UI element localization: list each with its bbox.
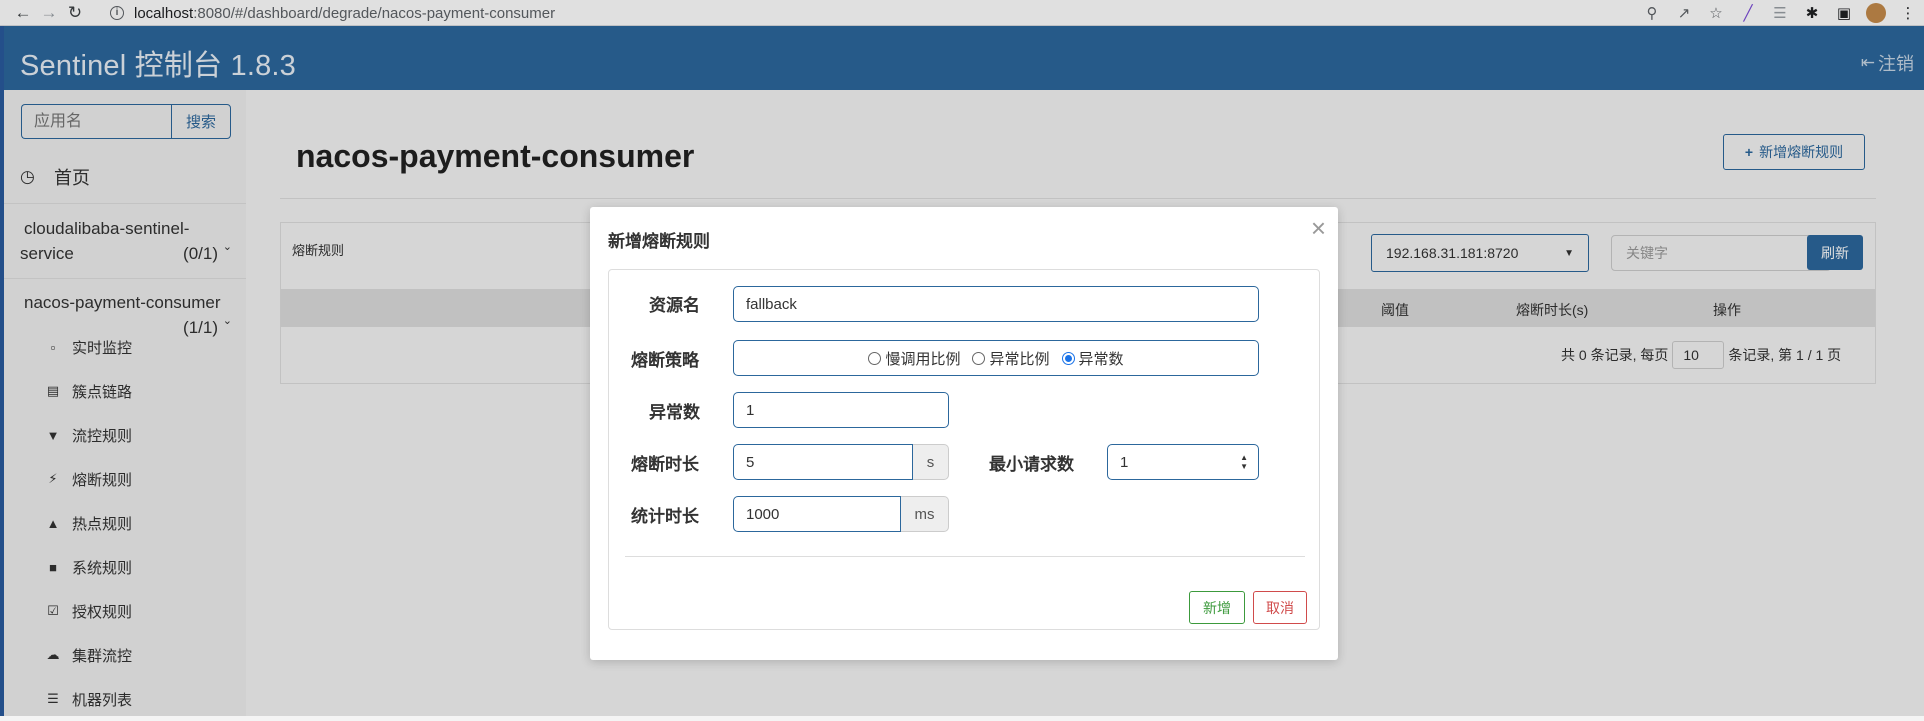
resource-name-input[interactable]: fallback	[733, 286, 1259, 322]
dialog-form: 资源名 fallback 熔断策略 慢调用比例 异常比例 异常数 异常数 1 熔…	[608, 269, 1320, 630]
stat-interval-input[interactable]: 1000	[733, 496, 901, 532]
close-icon[interactable]: ×	[1311, 213, 1326, 244]
radio-circle-checked	[1061, 351, 1075, 365]
radio-label: 慢调用比例	[885, 350, 961, 368]
break-duration-label: 熔断时长	[631, 455, 699, 474]
number-spinner-icon[interactable]: ▲ ▼	[1240, 453, 1248, 471]
radio-label: 异常数	[1078, 350, 1124, 368]
add-button[interactable]: 新增	[1189, 591, 1245, 624]
divider	[625, 556, 1305, 557]
resource-name-label: 资源名	[649, 296, 700, 315]
cancel-button[interactable]: 取消	[1253, 591, 1307, 624]
dialog-title: 新增熔断规则	[608, 232, 710, 251]
stat-interval-label: 统计时长	[631, 507, 699, 526]
stat-interval-unit: ms	[901, 496, 949, 532]
min-request-value: 1	[1120, 453, 1129, 471]
radio-exception-ratio[interactable]: 异常比例	[972, 348, 1050, 369]
radio-label: 异常比例	[989, 350, 1050, 368]
add-degrade-rule-dialog: 新增熔断规则 × 资源名 fallback 熔断策略 慢调用比例 异常比例 异常…	[590, 207, 1338, 660]
break-duration-input[interactable]: 5	[733, 444, 913, 480]
exception-count-input[interactable]: 1	[733, 392, 949, 428]
min-request-input[interactable]: 1 ▲ ▼	[1107, 444, 1259, 480]
strategy-radio-group: 慢调用比例 异常比例 异常数	[733, 340, 1259, 376]
duration-unit: s	[913, 444, 949, 480]
radio-circle	[868, 351, 882, 365]
min-request-label: 最小请求数	[989, 455, 1074, 474]
strategy-label: 熔断策略	[631, 351, 699, 370]
radio-slow-ratio[interactable]: 慢调用比例	[868, 348, 960, 369]
exception-count-label: 异常数	[649, 403, 700, 422]
radio-circle	[972, 351, 986, 365]
radio-exception-count[interactable]: 异常数	[1061, 348, 1124, 369]
